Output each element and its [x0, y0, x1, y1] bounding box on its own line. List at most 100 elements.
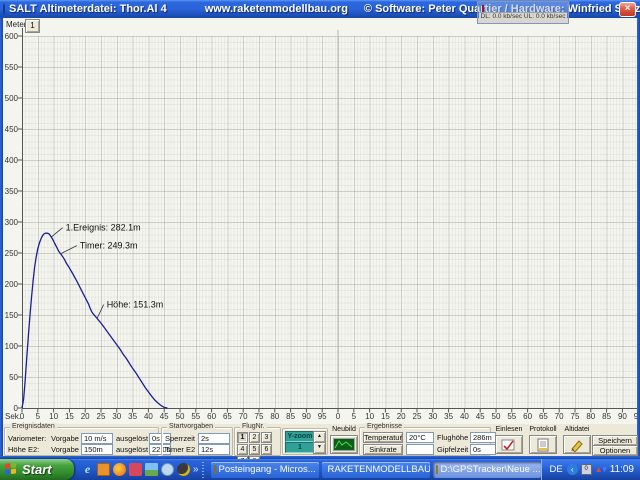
x-tick-label: 5	[30, 412, 46, 421]
x-tick-label: 15	[61, 412, 77, 421]
x-tick-label: 0	[14, 412, 30, 421]
optionen-button[interactable]: Optionen	[592, 445, 638, 456]
altitude-curve: 1.Ereignis: 282.1mTimer: 249.3mHöhe: 151…	[3, 18, 637, 424]
ie-icon[interactable]: e	[81, 463, 94, 476]
dumeter-icon[interactable]: ▲▼	[595, 464, 606, 475]
x-tick-label: 25	[93, 412, 109, 421]
svg-text:Höhe: 151.3m: Höhe: 151.3m	[107, 300, 164, 310]
read-icon	[500, 438, 518, 452]
start-row2-label: Timer E2	[165, 445, 195, 454]
x-tick-label: 20	[77, 412, 93, 421]
x-tick-label: 65	[535, 412, 551, 421]
y-tick-label: 300	[3, 218, 18, 227]
app-dark-icon[interactable]	[177, 463, 190, 476]
x-tick-label: 50	[488, 412, 504, 421]
app-globe-icon	[3, 3, 5, 15]
firefox-icon[interactable]	[113, 463, 126, 476]
gipfelzeit-label: Gipfelzeit	[437, 445, 467, 454]
x-tick-label: 10	[46, 412, 62, 421]
y-tick-label: 350	[3, 187, 18, 196]
task-button-3[interactable]: D:\GPSTracker\Neue ...	[433, 462, 541, 478]
x-tick-label: 65	[219, 412, 235, 421]
start-label: Start	[22, 462, 52, 477]
start-row1-value[interactable]: 2s	[198, 433, 230, 444]
event-row2-v1[interactable]: 150m	[81, 444, 113, 455]
net-graph-mark	[482, 5, 484, 12]
x-tick-label: 85	[283, 412, 299, 421]
sinkrate-value[interactable]	[406, 444, 434, 455]
system-tray: DE ‹0▲▼ 11:09	[541, 459, 640, 480]
protokoll-button[interactable]	[529, 435, 557, 454]
y-axis-unit: Meter	[6, 20, 26, 29]
task-label: D:\GPSTracker\Neue ...	[441, 464, 541, 475]
flight-button-3[interactable]: 3	[261, 432, 272, 443]
x-tick-label: 60	[520, 412, 536, 421]
x-tick-label: 35	[125, 412, 141, 421]
altifile-icon	[568, 438, 586, 452]
clock[interactable]: 11:09	[610, 464, 634, 475]
altidatei-action: Altidatei	[560, 426, 594, 454]
event-row1-v1[interactable]: 10 m/s	[81, 433, 113, 444]
flight-button-2[interactable]: 2	[249, 432, 260, 443]
task-button-2[interactable]: RAKETENMODELLBAU...	[322, 462, 430, 478]
yzoom-value: 1	[285, 442, 315, 453]
quick-launch-bar: e	[81, 463, 190, 476]
model-tab-button[interactable]: 1	[25, 19, 40, 33]
net-meter-overlay[interactable]: DL: 0.0 kb/sec UL: 0.0 kb/sec	[477, 1, 569, 24]
x-tick-label: 90	[298, 412, 314, 421]
image-icon[interactable]	[145, 463, 158, 476]
x-tick-label: 20	[393, 412, 409, 421]
y-tick-label: 500	[3, 94, 18, 103]
einlesen-label: Einlesen	[492, 426, 526, 434]
flight-button-6[interactable]: 6	[261, 444, 272, 455]
x-tick-label: 80	[583, 412, 599, 421]
control-panel: Ereignisdaten Variometer: Vorgabe 10 m/s…	[3, 424, 637, 456]
x-tick-label: 55	[504, 412, 520, 421]
flight-button-5[interactable]: 5	[249, 444, 260, 455]
close-icon[interactable]: ×	[619, 2, 636, 17]
altidatei-button[interactable]	[563, 435, 591, 454]
netmon-icon[interactable]: 0	[581, 464, 592, 475]
media-icon[interactable]	[129, 463, 142, 476]
taskbar-separator	[202, 462, 204, 478]
group-yzoom: Y-zoom 1 ▲ ▼	[282, 428, 328, 455]
x-tick-label: 40	[140, 412, 156, 421]
task-label: Posteingang - Micros...	[219, 464, 316, 475]
svg-text:1.Ereignis: 282.1m: 1.Ereignis: 282.1m	[66, 223, 141, 233]
language-indicator[interactable]: DE	[550, 464, 563, 475]
mail-icon[interactable]	[97, 463, 110, 476]
altidatei-label: Altidatei	[560, 426, 594, 434]
back-icon[interactable]: ‹	[567, 464, 578, 475]
windows-logo-icon	[5, 462, 18, 476]
yzoom-down-icon[interactable]: ▼	[313, 442, 326, 454]
y-tick-label: 250	[3, 249, 18, 258]
neubild-action: Neubild	[327, 426, 361, 454]
y-tick-label: 150	[3, 311, 18, 320]
neubild-label: Neubild	[327, 426, 361, 434]
start-button[interactable]: Start	[0, 459, 74, 480]
x-tick-label: 90	[614, 412, 630, 421]
group-startvorgaben-title: Startvorgaben	[167, 423, 215, 431]
start-row2-value[interactable]: 12s	[198, 444, 230, 455]
msn-icon[interactable]	[161, 463, 174, 476]
folder-icon	[436, 465, 438, 474]
temperatur-value[interactable]: 20°C	[406, 432, 434, 443]
yzoom-label: Y-zoom	[285, 431, 315, 442]
net-speed-text: DL: 0.0 kb/sec UL: 0.0 kb/sec	[479, 12, 567, 22]
x-tick-label: 75	[251, 412, 267, 421]
flight-button-4[interactable]: 4	[237, 444, 248, 455]
sinkrate-button[interactable]: Sinkrate	[363, 444, 403, 455]
x-tick-label: 30	[109, 412, 125, 421]
neubild-button[interactable]	[330, 435, 358, 454]
y-tick-label: 50	[3, 373, 18, 382]
x-tick-label: 70	[551, 412, 567, 421]
event-row2-name: Höhe E2:	[8, 445, 48, 454]
overflow-chevron-icon[interactable]: »	[193, 464, 199, 475]
einlesen-button[interactable]	[495, 435, 523, 454]
x-tick-label: 85	[599, 412, 615, 421]
task-button-1[interactable]: Posteingang - Micros...	[211, 462, 319, 478]
group-ereignisdaten: Ereignisdaten Variometer: Vorgabe 10 m/s…	[4, 427, 159, 456]
flight-button-1[interactable]: 1	[237, 432, 248, 443]
temperatur-button[interactable]: Temperatur	[363, 432, 403, 443]
x-tick-label: 45	[472, 412, 488, 421]
